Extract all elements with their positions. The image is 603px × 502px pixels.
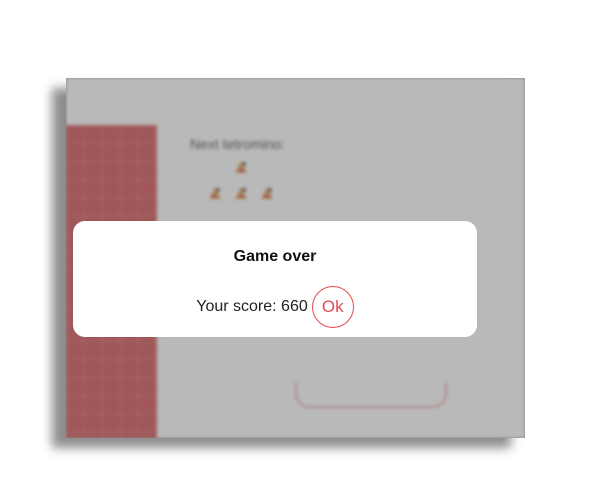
score-text: Your score: 660 [196,298,308,316]
dialog-title: Game over [233,248,317,265]
game-over-dialog: Game over Your score: 660 Ok [73,221,477,337]
ok-button[interactable]: Ok [311,286,354,328]
score-value: 660 [281,298,308,315]
score-row: Your score: 660 Ok [73,285,477,329]
score-label: Your score: [196,298,277,315]
